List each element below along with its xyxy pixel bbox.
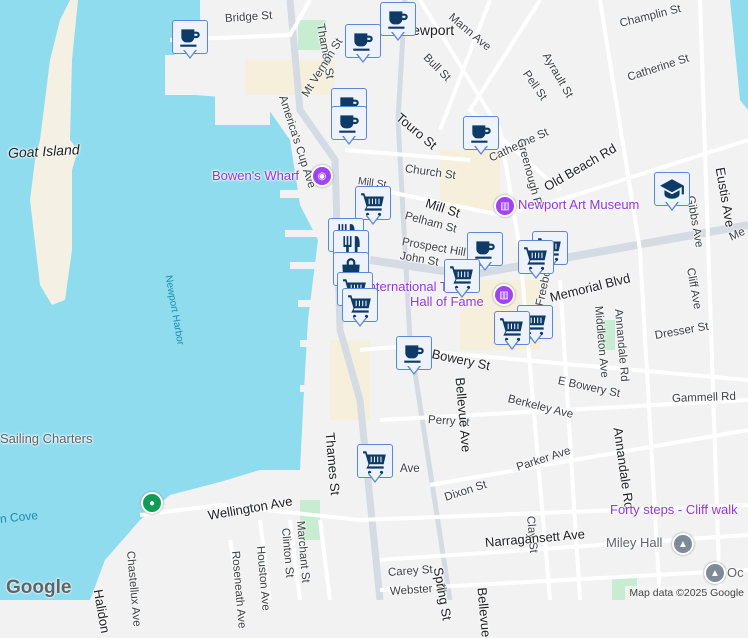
poi-bowens-wharf[interactable]: Bowen's Wharf xyxy=(212,168,299,183)
coffee-marker[interactable] xyxy=(380,2,416,44)
grocery-marker[interactable] xyxy=(342,288,378,330)
grocery-marker[interactable] xyxy=(518,240,554,282)
grocery-marker[interactable] xyxy=(357,444,393,486)
poi-newport-art-museum[interactable]: Newport Art Museum xyxy=(518,197,639,212)
coffee-cup-icon xyxy=(385,6,411,32)
school-icon[interactable]: ▲ xyxy=(704,562,726,584)
shopping-cart-icon xyxy=(347,292,373,318)
coffee-cup-icon xyxy=(401,340,427,366)
coffee-cup-icon xyxy=(177,24,203,50)
school-marker[interactable] xyxy=(654,172,690,214)
marina-pin-icon[interactable]: ● xyxy=(141,492,163,514)
shopping-cart-icon xyxy=(523,244,549,270)
poi-sailing-charters[interactable]: Sailing Charters xyxy=(0,431,93,446)
street-label: Gammell Rd xyxy=(671,390,737,405)
coffee-cup-icon xyxy=(350,28,376,54)
school-icon[interactable]: ▲ xyxy=(672,533,694,555)
museum-icon[interactable]: ▥ xyxy=(494,195,516,217)
coffee-marker[interactable] xyxy=(396,336,432,378)
coffee-marker[interactable] xyxy=(172,20,208,62)
museum-icon[interactable]: ▥ xyxy=(493,284,515,306)
camera-icon[interactable]: ◉ xyxy=(311,165,333,187)
poi-miley-hall[interactable]: Miley Hall xyxy=(606,535,662,550)
coffee-marker[interactable] xyxy=(345,24,381,66)
coffee-marker[interactable] xyxy=(331,106,367,148)
map-attribution[interactable]: Map data ©2025 Google xyxy=(625,586,748,600)
shopping-cart-icon xyxy=(362,448,388,474)
grocery-marker[interactable] xyxy=(444,259,480,301)
graduation-cap-icon xyxy=(659,176,685,202)
google-logo: Google xyxy=(6,577,72,598)
street-label: Ave xyxy=(400,463,420,475)
water-east-edge xyxy=(730,0,748,110)
shopping-cart-icon xyxy=(499,315,525,341)
coffee-cup-icon xyxy=(468,120,494,146)
coffee-marker[interactable] xyxy=(463,116,499,158)
coffee-cup-icon xyxy=(336,110,362,136)
poi-partial-oc[interactable]: Oc xyxy=(727,565,744,580)
grocery-marker[interactable] xyxy=(494,311,530,353)
shopping-cart-icon xyxy=(360,190,386,216)
shopping-cart-icon xyxy=(449,263,475,289)
poi-forty-steps[interactable]: Forty steps - Cliff walk xyxy=(610,502,738,517)
